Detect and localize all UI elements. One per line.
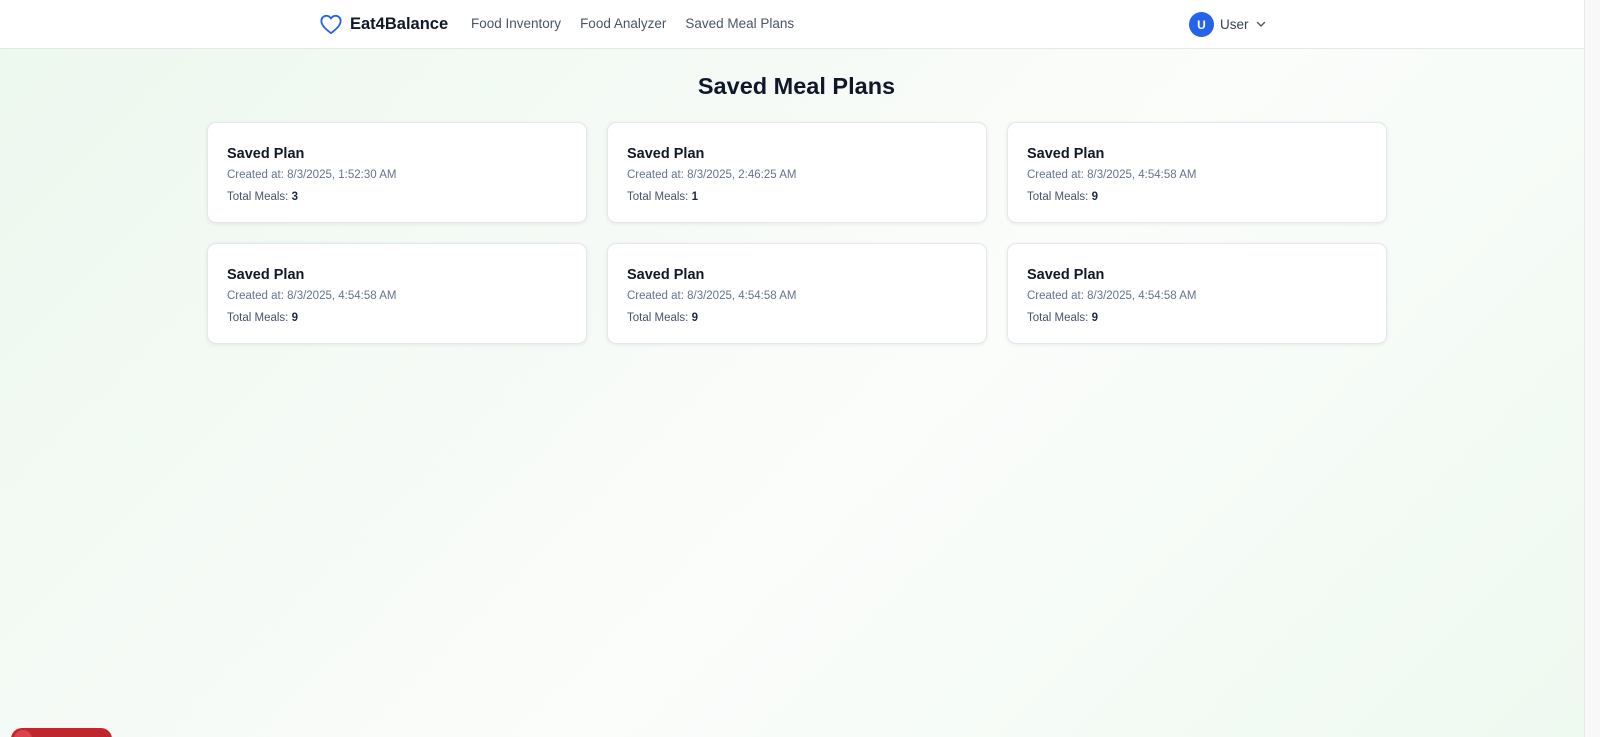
meals-label: Total Meals: — [627, 191, 689, 203]
top-navbar: Eat4Balance Food Inventory Food Analyzer… — [0, 0, 1584, 49]
plan-total-meals: Total Meals: 9 — [1027, 311, 1367, 325]
main-nav: Food Inventory Food Analyzer Saved Meal … — [471, 16, 794, 31]
plan-total-meals: Total Meals: 9 — [1027, 190, 1367, 204]
nav-food-analyzer[interactable]: Food Analyzer — [580, 16, 666, 31]
plan-total-meals: Total Meals: 3 — [227, 190, 567, 204]
created-label: Created at: — [1027, 290, 1084, 302]
created-value: 8/3/2025, 4:54:58 AM — [287, 290, 397, 302]
meals-count: 9 — [1091, 191, 1098, 203]
brand-logo-link[interactable]: Eat4Balance — [320, 13, 448, 35]
saved-plan-card[interactable]: Saved Plan Created at: 8/3/2025, 4:54:58… — [1007, 122, 1387, 223]
chevron-down-icon — [1256, 21, 1265, 27]
created-value: 8/3/2025, 4:54:58 AM — [687, 290, 797, 302]
created-label: Created at: — [627, 169, 684, 181]
created-value: 8/3/2025, 1:52:30 AM — [287, 169, 397, 181]
meals-label: Total Meals: — [227, 191, 289, 203]
meals-count: 9 — [1091, 312, 1098, 324]
saved-plan-card[interactable]: Saved Plan Created at: 8/3/2025, 1:52:30… — [207, 122, 587, 223]
created-value: 8/3/2025, 4:54:58 AM — [1087, 169, 1197, 181]
plan-created-at: Created at: 8/3/2025, 4:54:58 AM — [227, 289, 567, 303]
created-value: 8/3/2025, 4:54:58 AM — [1087, 290, 1197, 302]
avatar: U — [1189, 12, 1214, 37]
plan-created-at: Created at: 8/3/2025, 1:52:30 AM — [227, 168, 567, 182]
meals-label: Total Meals: — [627, 312, 689, 324]
created-label: Created at: — [1027, 169, 1084, 181]
meals-count: 1 — [691, 191, 698, 203]
meals-count: 9 — [691, 312, 698, 324]
plan-created-at: Created at: 8/3/2025, 4:54:58 AM — [1027, 168, 1367, 182]
plan-created-at: Created at: 8/3/2025, 4:54:58 AM — [1027, 289, 1367, 303]
nav-food-inventory[interactable]: Food Inventory — [471, 16, 561, 31]
created-label: Created at: — [627, 290, 684, 302]
plan-title: Saved Plan — [627, 146, 705, 162]
brand-name: Eat4Balance — [350, 14, 449, 33]
saved-plan-card[interactable]: Saved Plan Created at: 8/3/2025, 2:46:25… — [607, 122, 987, 223]
page-title: Saved Meal Plans — [697, 73, 896, 99]
heart-icon — [320, 14, 342, 34]
meals-label: Total Meals: — [1027, 191, 1089, 203]
plan-total-meals: Total Meals: 9 — [227, 311, 567, 325]
saved-plan-card[interactable]: Saved Plan Created at: 8/3/2025, 4:54:58… — [1007, 243, 1387, 344]
user-menu-button[interactable]: U User — [1189, 12, 1266, 37]
plan-title: Saved Plan — [227, 146, 305, 162]
plan-title: Saved Plan — [1027, 267, 1105, 283]
saved-plans-grid: Saved Plan Created at: 8/3/2025, 1:52:30… — [207, 122, 1387, 344]
plan-title: Saved Plan — [1027, 146, 1105, 162]
saved-plan-card[interactable]: Saved Plan Created at: 8/3/2025, 4:54:58… — [207, 243, 587, 344]
meals-label: Total Meals: — [227, 312, 289, 324]
created-label: Created at: — [227, 169, 284, 181]
meals-label: Total Meals: — [1027, 312, 1089, 324]
plan-title: Saved Plan — [227, 267, 305, 283]
created-value: 8/3/2025, 2:46:25 AM — [687, 169, 797, 181]
saved-plan-card[interactable]: Saved Plan Created at: 8/3/2025, 4:54:58… — [607, 243, 987, 344]
meals-count: 9 — [291, 312, 298, 324]
floating-widget-button[interactable] — [11, 728, 112, 737]
page-scrollbar[interactable] — [1584, 0, 1600, 737]
user-name: User — [1220, 17, 1249, 32]
plan-total-meals: Total Meals: 9 — [627, 311, 967, 325]
plan-total-meals: Total Meals: 1 — [627, 190, 967, 204]
meals-count: 3 — [291, 191, 298, 203]
nav-saved-meal-plans[interactable]: Saved Meal Plans — [685, 16, 794, 31]
widget-icon — [14, 730, 32, 737]
created-label: Created at: — [227, 290, 284, 302]
plan-title: Saved Plan — [627, 267, 705, 283]
plan-created-at: Created at: 8/3/2025, 2:46:25 AM — [627, 168, 967, 182]
plan-created-at: Created at: 8/3/2025, 4:54:58 AM — [627, 289, 967, 303]
